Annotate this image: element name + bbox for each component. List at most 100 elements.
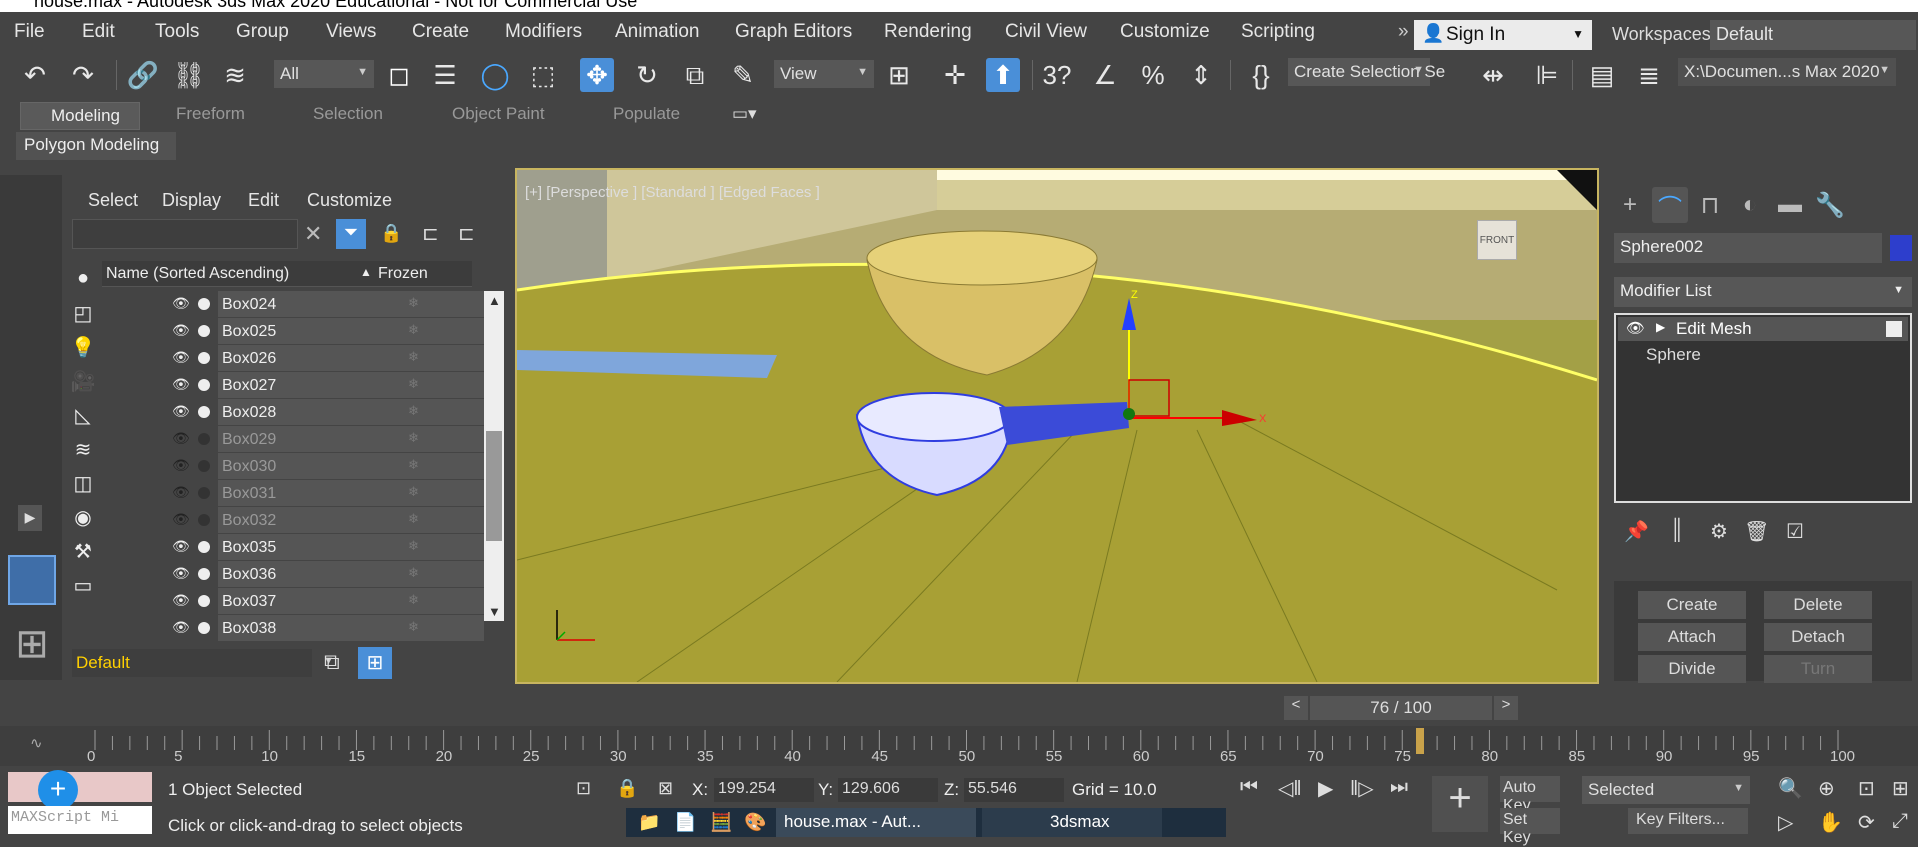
polygon-modeling-panel[interactable]: Polygon Modeling — [16, 132, 176, 160]
timeline-track[interactable]: ∿ 0 5 10 15 20 25 30 35 40 45 50 55 60 65 70 75 80 85 90 95… — [0, 726, 1918, 766]
sort-hierarchy-icon[interactable]: ⊞ — [358, 647, 392, 679]
visibility-eye-icon[interactable]: 👁 — [172, 376, 190, 393]
place-icon[interactable]: ✎ — [726, 58, 760, 92]
visibility-eye-icon[interactable]: 👁 — [172, 484, 190, 501]
frozen-snowflake-icon[interactable]: ❄ — [408, 376, 419, 392]
utilities-tab-icon[interactable]: 🔧 — [1812, 187, 1848, 223]
y-coordinate-field[interactable]: 129.606 — [838, 778, 938, 802]
scroll-thumb[interactable] — [486, 431, 502, 541]
visibility-eye-icon[interactable]: 👁 — [172, 403, 190, 420]
menu-modifiers[interactable]: Modifiers — [505, 21, 582, 43]
menu-file[interactable]: File — [14, 21, 45, 43]
percent-snap-icon[interactable]: % — [1136, 58, 1170, 92]
unlink-icon[interactable]: ⛓ — [172, 58, 206, 92]
sx-menu-edit[interactable]: Edit — [248, 190, 279, 211]
next-key-icon[interactable]: ‖▷ — [1350, 776, 1374, 801]
selection-region-icon[interactable]: ◯ — [478, 58, 512, 92]
field-of-view-icon[interactable]: ▷ — [1778, 810, 1793, 835]
maximize-viewport-icon[interactable]: ⤢ — [1892, 810, 1908, 833]
tab-freeform[interactable]: Freeform — [176, 104, 245, 124]
scene-object-row[interactable]: 👁 Box032 ❄ — [102, 507, 484, 533]
frozen-snowflake-icon[interactable]: ❄ — [408, 457, 419, 473]
render-toggle-icon[interactable] — [198, 298, 210, 310]
ribbon-options-icon[interactable]: ▭▾ — [732, 104, 757, 124]
menu-scripting[interactable]: Scripting — [1241, 21, 1315, 43]
scene-object-row[interactable]: 👁 Box025 ❄ — [102, 318, 484, 344]
menu-create[interactable]: Create — [412, 21, 469, 43]
key-filters-button[interactable]: Key Filters... — [1628, 808, 1748, 834]
menu-rendering[interactable]: Rendering — [884, 21, 972, 43]
display-bones-icon[interactable]: ⚒ — [68, 539, 98, 569]
frozen-snowflake-icon[interactable]: ❄ — [408, 484, 419, 500]
menu-customize[interactable]: Customize — [1120, 21, 1210, 43]
maxscript-input[interactable]: MAXScript Mi — [8, 806, 152, 834]
absolute-mode-icon[interactable]: ⊠ — [658, 778, 673, 799]
filter-icon[interactable]: ⏷ — [336, 219, 366, 249]
menu-group[interactable]: Group — [236, 21, 289, 43]
render-toggle-icon[interactable] — [198, 325, 210, 337]
delete-button[interactable]: Delete — [1764, 591, 1872, 619]
taskbar-item-house[interactable]: house.max - Aut... — [776, 808, 976, 837]
set-key-plus-icon[interactable]: + — [1432, 776, 1488, 832]
project-folder-select[interactable]: X:\Documen...s Max 2020 — [1678, 58, 1896, 86]
scene-object-row[interactable]: 👁 Box036 ❄ — [102, 561, 484, 587]
render-toggle-icon[interactable] — [198, 352, 210, 364]
spinner-snap-icon[interactable]: ⇕ — [1184, 58, 1218, 92]
render-toggle-icon[interactable] — [198, 622, 210, 634]
x-coordinate-field[interactable]: 199.254 — [714, 778, 814, 802]
display-cameras-icon[interactable]: 🎥 — [68, 369, 98, 399]
menu-graph-editors[interactable]: Graph Editors — [735, 21, 852, 43]
hierarchy-tab-icon[interactable]: ⊓ — [1692, 187, 1728, 223]
sx-menu-customize[interactable]: Customize — [307, 190, 392, 211]
expand-arrow-icon[interactable]: ▶ — [18, 505, 42, 531]
tab-populate[interactable]: Populate — [613, 104, 680, 124]
render-toggle-icon[interactable] — [198, 541, 210, 553]
detach-button[interactable]: Detach — [1764, 623, 1872, 651]
play-icon[interactable]: ▶ — [1318, 776, 1333, 801]
key-mode-select[interactable]: Selected — [1582, 776, 1750, 804]
scene-object-row[interactable]: 👁 Box024 ❄ — [102, 291, 484, 317]
pivot-center-icon[interactable]: ⊞ — [882, 58, 916, 92]
zoom-all-icon[interactable]: ⊕ — [1818, 776, 1835, 801]
scene-explorer-icon[interactable]: ▤ — [1585, 58, 1619, 92]
render-toggle-icon[interactable] — [198, 514, 210, 526]
frozen-snowflake-icon[interactable]: ❄ — [408, 538, 419, 554]
object-color-swatch[interactable] — [1890, 235, 1912, 261]
scene-object-row[interactable]: 👁 Box038 ❄ — [102, 615, 484, 641]
display-xrefs-icon[interactable]: ◉ — [68, 505, 98, 535]
bind-space-warp-icon[interactable]: ≋ — [218, 58, 252, 92]
stack-item-sphere[interactable]: Sphere — [1646, 345, 1701, 365]
divide-button[interactable]: Divide — [1638, 655, 1746, 683]
scene-list-scrollbar[interactable]: ▲ ▼ — [484, 291, 504, 621]
make-unique-icon[interactable]: ⚙ — [1710, 519, 1728, 544]
render-toggle-icon[interactable] — [198, 487, 210, 499]
scene-object-row[interactable]: 👁 Box028 ❄ — [102, 399, 484, 425]
zoom-icon[interactable]: 🔍 — [1778, 776, 1803, 801]
workspace-select[interactable]: Default — [1710, 20, 1916, 50]
frozen-snowflake-icon[interactable]: ❄ — [408, 295, 419, 311]
frozen-snowflake-icon[interactable]: ❄ — [408, 619, 419, 635]
pin-stack-icon[interactable]: 📌 — [1624, 519, 1649, 544]
redo-icon[interactable]: ↷ — [66, 58, 100, 92]
modify-tab-icon[interactable]: ⌒ — [1652, 187, 1688, 223]
expand-arrow-icon[interactable]: ▶ — [1656, 320, 1665, 334]
select-move-icon[interactable]: ✥ — [580, 58, 614, 92]
hierarchy-icon[interactable]: ⊏ — [422, 221, 439, 246]
frozen-snowflake-icon[interactable]: ❄ — [408, 565, 419, 581]
folder-icon[interactable]: 📁 — [638, 812, 660, 833]
snaps-toggle-icon[interactable]: 3? — [1040, 58, 1074, 92]
link-icon[interactable]: 🔗 — [126, 58, 160, 92]
angle-snap-icon[interactable]: ∠ — [1088, 58, 1122, 92]
viewport-layout-active-icon[interactable] — [8, 555, 56, 605]
lock-icon[interactable]: 🔒 — [380, 223, 402, 244]
align-icon[interactable]: ⊫ — [1530, 58, 1564, 92]
add-icon[interactable]: + — [38, 770, 78, 810]
sign-in-button[interactable]: 👤 Sign In ▼ — [1414, 20, 1592, 50]
create-button[interactable]: Create — [1638, 591, 1746, 619]
maxscript-listener[interactable] — [8, 772, 152, 802]
edit-named-selection-icon[interactable]: {} — [1244, 58, 1278, 92]
visibility-eye-icon[interactable]: 👁 — [172, 349, 190, 366]
frozen-snowflake-icon[interactable]: ❄ — [408, 403, 419, 419]
modifier-list-select[interactable]: Modifier List ▼ — [1614, 277, 1912, 307]
sx-menu-display[interactable]: Display — [162, 190, 221, 211]
